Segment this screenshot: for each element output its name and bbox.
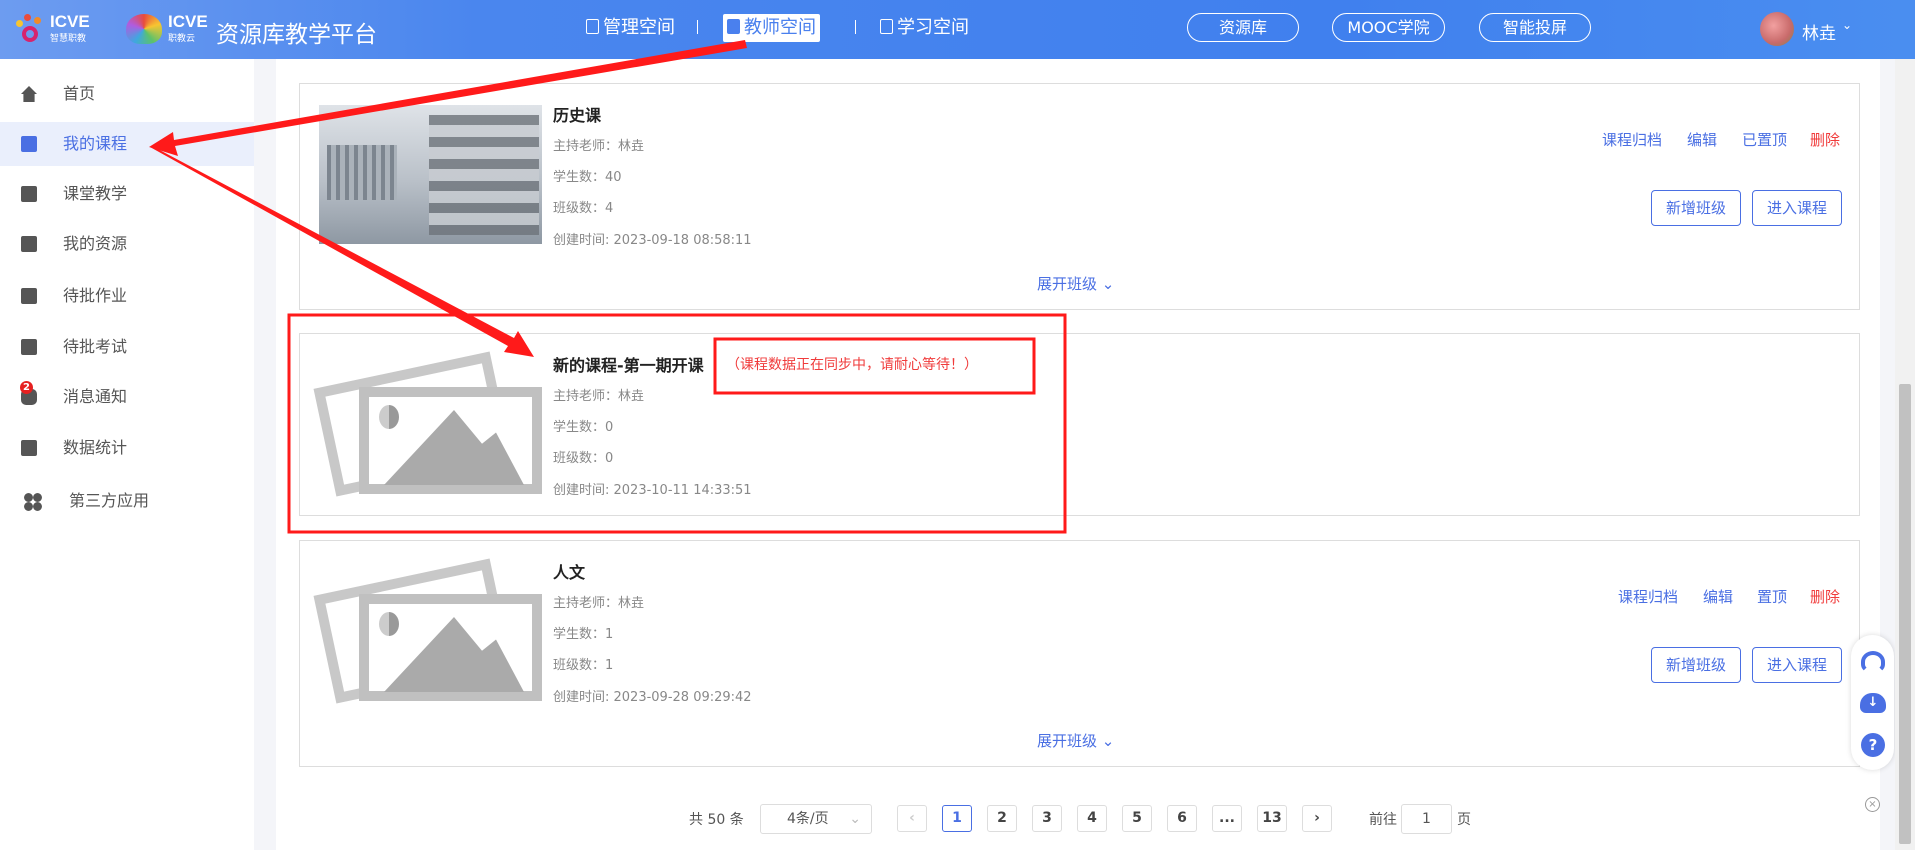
annotation-arrow <box>150 146 534 357</box>
annotation-overlay <box>149 40 1067 534</box>
annotation-box <box>713 337 1036 395</box>
annotation-box <box>287 313 1067 534</box>
annotation-arrow <box>149 40 747 156</box>
